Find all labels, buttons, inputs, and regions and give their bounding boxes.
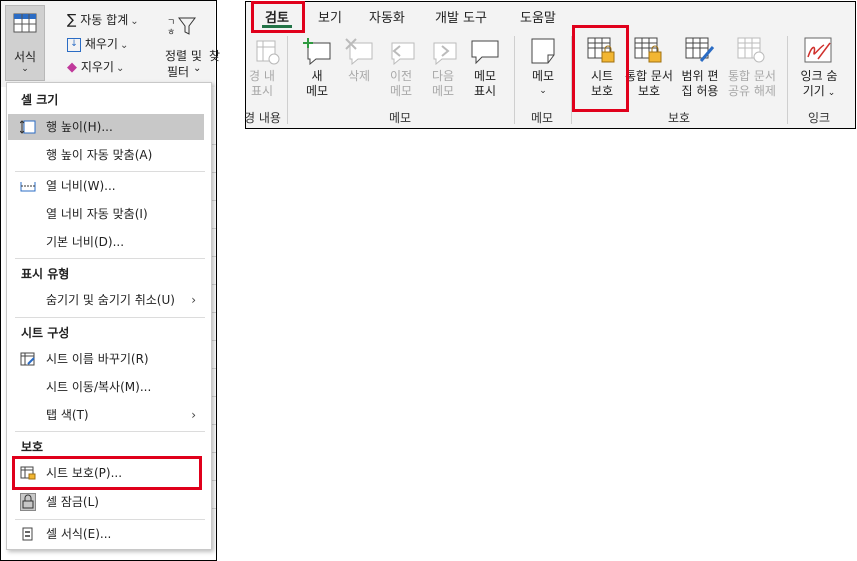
allow-edit-ranges-button[interactable]: 범위 편 집 허용 (676, 37, 724, 99)
tab-view[interactable]: 보기 (318, 7, 342, 26)
unshare-workbook-icon (737, 37, 767, 65)
menu-divider (15, 171, 205, 172)
sort-filter-button[interactable]: ㄱ ㅎ 정렬 및 필터 ⌄ (161, 11, 207, 81)
group-separator (787, 36, 788, 124)
menu-divider (15, 317, 205, 318)
hide-ink-icon (804, 37, 834, 65)
menu-item-default-width[interactable]: 기본 너비(D)... (8, 229, 204, 255)
next-note-button[interactable]: 다음 메모 (426, 37, 460, 99)
column-width-icon (20, 179, 36, 193)
hide-ink-button[interactable]: 잉크 숨 기기 ⌄ (794, 37, 844, 101)
menu-divider (15, 519, 205, 520)
menu-divider (15, 431, 205, 432)
eraser-icon: ◆ (67, 60, 77, 75)
menu-divider (15, 258, 205, 259)
format-cells-icon (20, 527, 36, 541)
menu-item-move-copy[interactable]: 시트 이동/복사(M)... (8, 374, 204, 400)
next-note-icon (428, 37, 458, 65)
chevron-down-icon: ⌄ (130, 16, 139, 27)
menu-item-tab-color[interactable]: 탭 색(T) › (8, 402, 204, 428)
tab-automate[interactable]: 자동화 (369, 7, 405, 26)
svg-text:ㅎ: ㅎ (167, 28, 175, 37)
highlight-box-protect-sheet-button (572, 25, 629, 112)
section-header-organize-sheets: 시트 구성 (21, 326, 70, 340)
show-changes-button[interactable]: 경 내 표시 (242, 39, 282, 99)
show-notes-icon (470, 37, 500, 65)
notes-button[interactable]: 메모 ⌄ (524, 37, 562, 99)
group-separator (514, 36, 515, 124)
group-separator (287, 36, 288, 124)
group-label-notes2: 메모 (531, 111, 554, 125)
section-header-cell-size: 셀 크기 (21, 93, 59, 107)
clear-button[interactable]: ◆ 지우기 ⌄ (67, 58, 124, 75)
tab-developer[interactable]: 개발 도구 (435, 7, 487, 26)
sort-filter-label: 정렬 및 (165, 49, 202, 63)
rename-sheet-icon (20, 352, 36, 366)
group-label-protect: 보호 (668, 111, 691, 125)
menu-item-autofit-row[interactable]: 행 높이 자동 맞춤(A) (8, 142, 204, 168)
menu-item-hide-unhide[interactable]: 숨기기 및 숨기기 취소(U) › (8, 287, 204, 313)
row-height-icon (20, 120, 36, 134)
show-changes-icon (256, 39, 282, 65)
sort-filter-icon: ㄱ ㅎ (167, 15, 197, 37)
format-icon (13, 12, 37, 36)
note-icon (530, 37, 556, 65)
lock-icon (20, 493, 36, 511)
chevron-right-icon: › (191, 408, 196, 422)
menu-item-format-cells[interactable]: 셀 서식(E)... (8, 521, 204, 547)
previous-note-button[interactable]: 이전 메모 (384, 37, 418, 99)
group-label-ink: 잉크 (808, 111, 831, 125)
fill-down-icon: ↓ (67, 37, 81, 52)
autosum-button[interactable]: ∑ 자동 합계 ⌄ (67, 11, 139, 28)
allow-edit-ranges-icon (685, 37, 715, 65)
find-button-partial[interactable]: 찾 (209, 47, 220, 64)
chevron-down-icon: ⌄ (119, 40, 129, 51)
section-header-visibility: 표시 유형 (21, 267, 70, 281)
chevron-down-icon: ⌄ (539, 86, 547, 96)
tab-help[interactable]: 도움말 (520, 7, 556, 26)
svg-text:ㄱ: ㄱ (167, 18, 175, 28)
group-label-notes: 메모 (389, 111, 412, 125)
previous-note-icon (386, 37, 416, 65)
fill-button[interactable]: ↓ 채우기 ⌄ (67, 35, 128, 52)
highlight-box-review-tab (251, 1, 305, 33)
new-note-button[interactable]: 새 메모 (300, 37, 334, 99)
home-ribbon-partial: 서식 ⌄ ∑ 자동 합계 ⌄ ↓ 채우기 ⌄ ◆ 지우기 ⌄ ㄱ ㅎ 정렬 및 필터 … (1, 1, 220, 87)
protect-workbook-icon (634, 37, 664, 65)
chevron-right-icon: › (191, 293, 196, 307)
sort-filter-label: 필터 (167, 65, 190, 79)
menu-item-autofit-col[interactable]: 열 너비 자동 맞춤(I) (8, 201, 204, 227)
delete-note-button[interactable]: 삭제 (342, 37, 376, 84)
chevron-down-icon: ⌄ (193, 63, 202, 74)
menu-item-lock-cell[interactable]: 셀 잠금(L) (8, 489, 204, 515)
group-label-changes: 경 내용 (244, 111, 281, 125)
unshare-workbook-button[interactable]: 통합 문서 공유 해제 (726, 37, 778, 99)
new-note-icon (302, 37, 332, 65)
sigma-icon: ∑ (67, 12, 77, 28)
chevron-down-icon: ⌄ (21, 64, 29, 74)
format-button[interactable]: 서식 ⌄ (5, 5, 45, 81)
review-ribbon: 검토 보기 자동화 개발 도구 도움말 경 내 표시 경 내용 새 메모 삭제 … (242, 1, 856, 129)
highlight-box-protect-sheet-menu (12, 456, 202, 490)
delete-note-icon (344, 37, 374, 65)
menu-item-row-height[interactable]: 행 높이(H)... (8, 114, 204, 140)
protect-workbook-button[interactable]: 통합 문서 보호 (624, 37, 674, 99)
show-notes-button[interactable]: 메모 표시 (466, 37, 504, 99)
menu-item-col-width[interactable]: 열 너비(W)... (8, 173, 204, 199)
section-header-protection: 보호 (21, 440, 44, 454)
format-button-label: 서식 (13, 50, 37, 64)
menu-item-rename-sheet[interactable]: 시트 이름 바꾸기(R) (8, 346, 204, 372)
chevron-down-icon: ⌄ (115, 63, 125, 74)
chevron-down-icon: ⌄ (824, 88, 836, 98)
